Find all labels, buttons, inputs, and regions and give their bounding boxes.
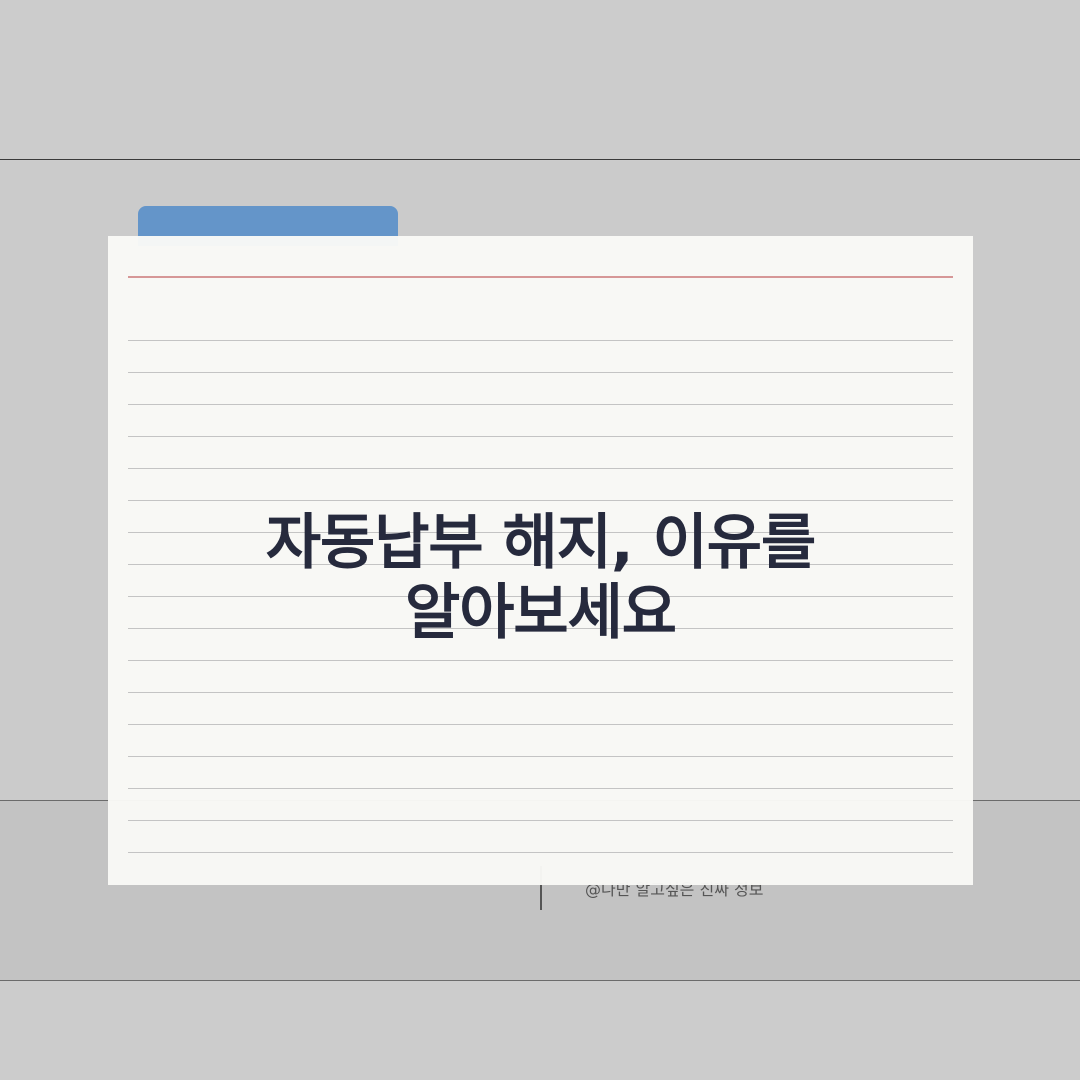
canvas: @나만 알고싶은 진짜 정보 자동납부 해지, 이유를 알아보세요 — [0, 0, 1080, 1080]
headline-line-1: 자동납부 해지, 이유를 — [265, 508, 816, 578]
foot-band — [0, 982, 1080, 1080]
ruled-line — [128, 468, 953, 469]
headline-line-2: 알아보세요 — [405, 578, 677, 648]
margin-rule — [128, 276, 953, 278]
ruled-line — [128, 500, 953, 501]
ruled-line — [128, 340, 953, 341]
notepad-card: 자동납부 해지, 이유를 알아보세요 — [108, 236, 973, 885]
ruled-line — [128, 724, 953, 725]
ruled-line — [128, 436, 953, 437]
ruled-line — [128, 404, 953, 405]
ruled-line — [128, 788, 953, 789]
ruled-line — [128, 820, 953, 821]
top-band — [0, 0, 1080, 160]
ruled-line — [128, 660, 953, 661]
headline: 자동납부 해지, 이유를 알아보세요 — [108, 508, 973, 648]
ruled-line — [128, 372, 953, 373]
ruled-line — [128, 852, 953, 853]
ruled-line — [128, 756, 953, 757]
ruled-line — [128, 692, 953, 693]
